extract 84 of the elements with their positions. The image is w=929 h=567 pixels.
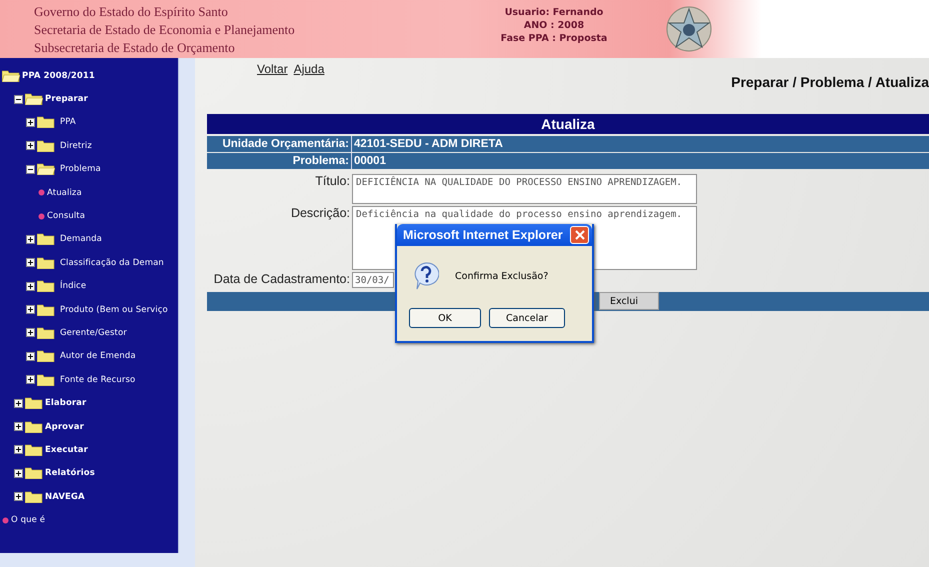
tree-item[interactable]: Índice xyxy=(57,281,86,292)
dialog-message: Confirma Exclusão? xyxy=(455,270,548,282)
folder-icon xyxy=(37,350,55,362)
tree-item[interactable]: Consulta xyxy=(47,211,86,222)
tree-item[interactable]: PPA xyxy=(57,117,76,128)
collapse-icon[interactable] xyxy=(26,164,35,174)
dialog-button[interactable]: OK xyxy=(409,308,481,328)
expand-icon[interactable] xyxy=(26,305,35,314)
date-field[interactable]: 30/03/ xyxy=(352,272,394,288)
bullet-icon xyxy=(38,212,45,220)
session-info: Usuario: Fernando xyxy=(504,6,604,19)
folder-icon xyxy=(25,420,43,433)
expand-icon[interactable] xyxy=(26,328,35,338)
collapse-icon[interactable] xyxy=(14,94,23,104)
bullet-icon xyxy=(2,516,9,524)
tree-item[interactable]: Classificação da Deman xyxy=(57,258,164,268)
tree-item[interactable]: Demanda xyxy=(57,234,102,244)
tree-item[interactable]: Gerente/Gestor xyxy=(57,328,127,338)
field-label: Unidade Orçamentária: xyxy=(207,136,352,152)
field-label: Problema: xyxy=(207,153,352,169)
expand-icon[interactable] xyxy=(26,118,35,127)
tree-item[interactable]: O que é xyxy=(11,515,46,526)
expand-icon[interactable] xyxy=(14,492,23,502)
session-info: Fase PPA : Proposta xyxy=(500,32,608,45)
close-icon xyxy=(574,230,584,240)
folder-icon xyxy=(37,304,55,316)
folder-icon xyxy=(25,397,43,410)
organization-name: Secretaria de Estado de Economia e Planejamento xyxy=(34,22,296,38)
folder-icon xyxy=(25,444,43,456)
organization-name: Governo do Estado do Espírito Santo xyxy=(34,4,229,20)
tree-item[interactable]: Preparar xyxy=(45,94,88,104)
expand-icon[interactable] xyxy=(14,445,23,454)
dialog-title: Microsoft Internet Explorer xyxy=(403,228,563,242)
folder-icon xyxy=(37,256,55,269)
tree-item[interactable]: Elaborar xyxy=(45,398,86,408)
field-value: 42101-SEDU - ADM DIRETA xyxy=(353,137,504,152)
close-button[interactable] xyxy=(570,226,589,244)
expand-icon[interactable] xyxy=(26,352,35,361)
tree-item[interactable]: Fonte de Recurso xyxy=(57,374,136,385)
field-label: Data de Cadastramento: xyxy=(212,272,351,286)
bullet-icon xyxy=(38,189,45,196)
title-field[interactable]: DEFICIÊNCIA NA QUALIDADE DO PROCESSO ENSINO APRENDIZAGEM. xyxy=(352,174,697,204)
session-info: ANO : 2008 xyxy=(524,19,584,32)
tree-item[interactable]: Autor de Emenda xyxy=(57,351,136,362)
open-folder-icon xyxy=(37,163,55,176)
breadcrumb: Preparar / Problema / Atualiza xyxy=(731,73,929,90)
tree-item[interactable]: Atualiza xyxy=(47,188,82,198)
expand-icon[interactable] xyxy=(26,234,35,244)
expand-icon[interactable] xyxy=(14,422,23,432)
tree-item[interactable]: Aprovar xyxy=(45,422,84,432)
form-title: Atualiza xyxy=(207,114,929,134)
folder-icon xyxy=(37,140,55,152)
question-icon xyxy=(413,262,439,290)
folder-icon xyxy=(37,326,55,339)
dialog-button[interactable]: Cancelar xyxy=(489,308,565,328)
expand-icon[interactable] xyxy=(26,258,35,268)
expand-icon[interactable] xyxy=(26,141,35,150)
expand-icon[interactable] xyxy=(14,398,23,408)
expand-icon[interactable] xyxy=(26,282,35,291)
folder-icon xyxy=(37,233,55,246)
tree-item[interactable]: Produto (Bem ou Serviço xyxy=(57,304,168,315)
expand-icon[interactable] xyxy=(26,375,35,384)
tree-item[interactable]: PPA 2008/2011 xyxy=(22,70,95,81)
delete-button[interactable]: Exclui xyxy=(599,292,659,310)
folder-icon xyxy=(25,490,43,503)
organization-name: Subsecretaria de Estado de Orçamento xyxy=(34,40,236,56)
folder-icon xyxy=(37,280,55,292)
tree-item[interactable]: Relatórios xyxy=(45,468,95,478)
field-label: Título: xyxy=(314,174,351,188)
tree-item[interactable]: NAVEGA xyxy=(45,492,85,502)
field-label: Descrição: xyxy=(290,206,351,220)
nav-link[interactable]: Voltar xyxy=(257,62,288,76)
folder-icon xyxy=(37,374,55,386)
field-value: 00001 xyxy=(353,154,387,169)
nav-link[interactable]: Ajuda xyxy=(294,62,324,76)
vertical-scrollbar[interactable] xyxy=(178,58,195,553)
horizontal-scrollbar[interactable] xyxy=(0,553,195,567)
expand-icon[interactable] xyxy=(14,468,23,478)
folder-icon xyxy=(37,116,55,128)
open-folder-icon xyxy=(25,93,43,106)
tree-item[interactable]: Executar xyxy=(45,444,88,455)
folder-icon xyxy=(25,467,43,480)
tree-item[interactable]: Diretriz xyxy=(57,140,92,151)
tree-item[interactable]: Problema xyxy=(57,164,101,174)
